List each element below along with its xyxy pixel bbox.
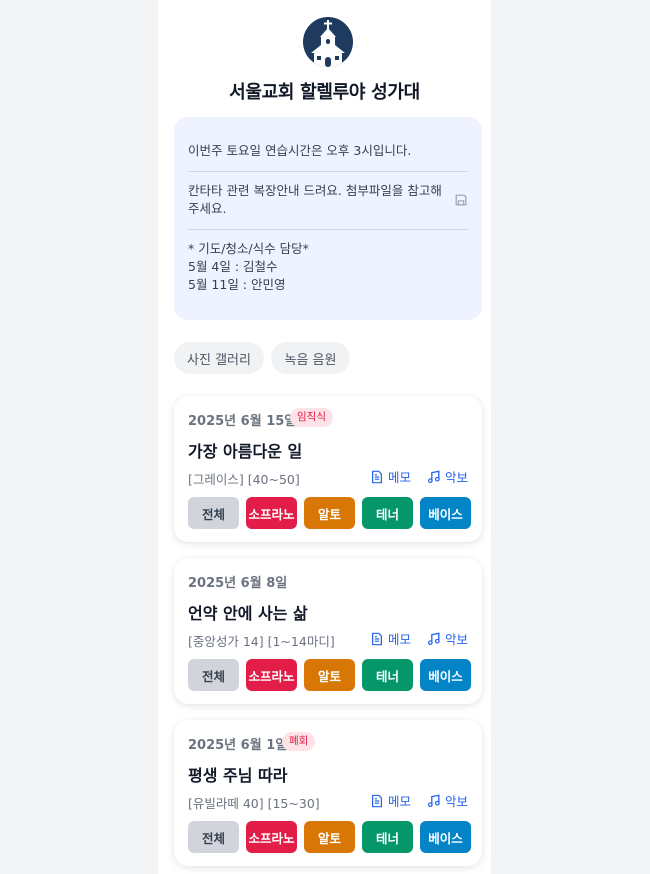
song-date: 2025년 6월 1일	[188, 738, 288, 753]
part-buttons: 전체 소프라노 알토 테너 베이스	[188, 497, 471, 529]
song-date: 2025년 6월 8일	[188, 576, 288, 591]
photo-gallery-button[interactable]: 사진 갤러리	[174, 342, 264, 374]
part-bass-button[interactable]: 베이스	[420, 659, 471, 691]
song-links: 메모 악보	[370, 629, 468, 648]
part-bass-button[interactable]: 베이스	[420, 821, 471, 853]
part-tenor-button[interactable]: 테너	[362, 821, 413, 853]
song-date: 2025년 6월 15일	[188, 414, 297, 429]
score-label: 악보	[444, 794, 468, 809]
save-icon[interactable]	[454, 193, 468, 207]
song-card[interactable]: 2025년 6월 8일언약 안에 사는 삶 [중앙성가 14] [1~14마디] 메…	[174, 558, 482, 704]
song-links: 메모 악보	[370, 467, 468, 486]
song-card[interactable]: 2025년 6월 1일 폐회평생 주님 따라 [유빌라떼 40] [15~30] 메모…	[174, 720, 482, 866]
notice-line-2: 칸타타 관련 복장안내 드려요. 첨부파일을 참고해 주세요.	[188, 183, 442, 216]
music-note-icon	[427, 470, 441, 484]
part-alto-button[interactable]: 알토	[304, 821, 355, 853]
page-title: 서울교회 할렐루야 성가대	[229, 82, 420, 103]
music-note-icon	[427, 794, 441, 808]
music-note-icon	[427, 632, 441, 646]
song-title[interactable]: 가장 아름다운 일	[188, 438, 302, 462]
score-label: 악보	[444, 632, 468, 647]
song-links: 메모 악보	[370, 791, 468, 810]
part-alto-button[interactable]: 알토	[304, 659, 355, 691]
part-soprano-button[interactable]: 소프라노	[246, 497, 297, 529]
song-meta: [중앙성가 14] [1~14마디]	[188, 634, 335, 649]
memo-link[interactable]: 메모	[370, 791, 411, 810]
score-label: 악보	[444, 470, 468, 485]
score-link[interactable]: 악보	[427, 791, 468, 810]
church-logo-icon	[303, 17, 353, 67]
part-alto-button[interactable]: 알토	[304, 497, 355, 529]
song-card[interactable]: 2025년 6월 15일 임직식가장 아름다운 일 [그레이스] [40~50] 메모…	[174, 396, 482, 542]
notice-line-1: 이번주 토요일 연습시간은 오후 3시입니다.	[188, 143, 412, 158]
part-buttons: 전체 소프라노 알토 테너 베이스	[188, 821, 471, 853]
memo-icon	[370, 632, 384, 646]
part-tenor-button[interactable]: 테너	[362, 497, 413, 529]
event-badge: 임직식	[290, 408, 333, 427]
memo-link[interactable]: 메모	[370, 467, 411, 486]
memo-icon	[370, 470, 384, 484]
song-meta: [유빌라떼 40] [15~30]	[188, 796, 320, 811]
song-title[interactable]: 평생 주님 따라	[188, 762, 287, 786]
score-link[interactable]: 악보	[427, 629, 468, 648]
notice-box: 이번주 토요일 연습시간은 오후 3시입니다. 칸타타 관련 복장안내 드려요.…	[174, 117, 482, 320]
event-badge: 폐회	[282, 732, 316, 751]
memo-icon	[370, 794, 384, 808]
part-all-button[interactable]: 전체	[188, 497, 239, 529]
memo-label: 메모	[387, 794, 411, 809]
part-buttons: 전체 소프라노 알토 테너 베이스	[188, 659, 471, 691]
part-soprano-button[interactable]: 소프라노	[246, 821, 297, 853]
notice-divider	[188, 229, 468, 230]
part-all-button[interactable]: 전체	[188, 659, 239, 691]
duty-line-2: 5월 11일 : 안민영	[188, 277, 286, 292]
memo-label: 메모	[387, 470, 411, 485]
app-page: 서울교회 할렐루야 성가대 이번주 토요일 연습시간은 오후 3시입니다. 칸타…	[158, 0, 491, 874]
notice-divider	[188, 171, 468, 172]
part-bass-button[interactable]: 베이스	[420, 497, 471, 529]
part-soprano-button[interactable]: 소프라노	[246, 659, 297, 691]
recordings-button[interactable]: 녹음 음원	[271, 342, 350, 374]
part-all-button[interactable]: 전체	[188, 821, 239, 853]
memo-link[interactable]: 메모	[370, 629, 411, 648]
duty-line-1: 5월 4일 : 김철수	[188, 259, 278, 274]
score-link[interactable]: 악보	[427, 467, 468, 486]
memo-label: 메모	[387, 632, 411, 647]
duty-title: * 기도/청소/식수 담당*	[188, 241, 309, 256]
song-meta: [그레이스] [40~50]	[188, 472, 300, 487]
part-tenor-button[interactable]: 테너	[362, 659, 413, 691]
song-title[interactable]: 언약 안에 사는 삶	[188, 600, 308, 624]
